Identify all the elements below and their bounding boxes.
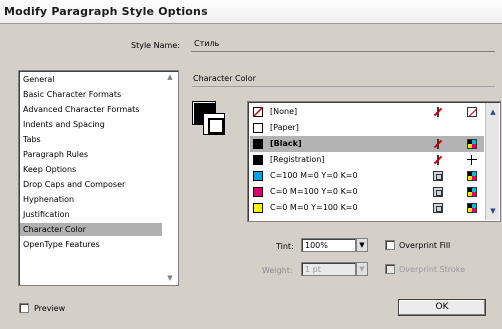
dialog-title: Modify Paragraph Style Options (4, 5, 208, 18)
category-item-tabs[interactable]: Tabs (20, 133, 162, 146)
process-icon (433, 203, 443, 213)
category-item-keep-options[interactable]: Keep Options (20, 163, 162, 176)
swatch-chip-black (253, 139, 263, 149)
swatch-name: [Registration] (270, 155, 325, 164)
ok-button[interactable]: OK (398, 299, 486, 316)
cmyk-icon (467, 171, 477, 181)
cmyk-icon (467, 203, 477, 213)
swatch-row-yellow[interactable]: C=0 M=0 Y=100 K=0 (250, 200, 484, 216)
cmyk-icon (467, 139, 477, 149)
swatch-name: C=100 M=0 Y=0 K=0 (270, 171, 358, 180)
swatch-row-magenta[interactable]: C=0 M=100 Y=0 K=0 (250, 184, 484, 200)
swatch-chip-magenta (253, 187, 263, 197)
title-bar: Modify Paragraph Style Options (0, 0, 502, 24)
process-icon (433, 171, 443, 181)
swatch-chip-paper (253, 123, 263, 133)
swatch-name: C=0 M=100 Y=0 K=0 (270, 187, 358, 196)
category-item-general[interactable]: General (20, 73, 162, 86)
swatch-chip-none (253, 107, 263, 117)
preview-checkbox[interactable] (19, 303, 29, 313)
scroll-up-icon[interactable]: ▲ (166, 73, 174, 81)
fill-stroke-proxy[interactable] (192, 101, 232, 147)
category-item-drop-caps-and-composer[interactable]: Drop Caps and Composer (20, 178, 162, 191)
category-item-indents-and-spacing[interactable]: Indents and Spacing (20, 118, 162, 131)
swatch-name: [None] (270, 107, 298, 116)
style-name-input[interactable]: Стиль (191, 37, 495, 52)
swatch-scrollbar[interactable]: ▲ ▼ (485, 103, 499, 220)
tint-input[interactable]: 100% (301, 238, 356, 252)
category-item-justification[interactable]: Justification (20, 208, 162, 221)
category-item-paragraph-rules[interactable]: Paragraph Rules (20, 148, 162, 161)
no-print-icon (433, 107, 443, 117)
swatch-row-black[interactable]: [Black] (250, 136, 484, 152)
weight-input[interactable]: 1 pt (301, 262, 356, 276)
stroke-swatch[interactable] (203, 113, 225, 135)
category-list[interactable]: General Basic Character Formats Advanced… (18, 70, 179, 286)
swatch-name: C=0 M=0 Y=100 K=0 (270, 203, 358, 212)
process-icon (433, 187, 443, 197)
swatch-row-none[interactable]: [None] (250, 104, 484, 120)
swatch-row-paper[interactable]: [Paper] (250, 120, 484, 136)
none-swatch-icon (467, 107, 477, 117)
tint-dropdown-icon[interactable]: ▼ (356, 238, 368, 252)
section-divider (192, 86, 495, 87)
swatch-name: [Paper] (270, 123, 299, 132)
weight-dropdown-icon[interactable]: ▼ (356, 262, 368, 276)
swatch-chip-yellow (253, 203, 263, 213)
scroll-up-icon[interactable]: ▲ (487, 106, 499, 118)
scroll-down-icon[interactable]: ▼ (166, 274, 174, 282)
no-edit-icon (433, 155, 443, 165)
overprint-stroke-label: Overprint Stroke (399, 265, 466, 274)
category-item-hyphenation[interactable]: Hyphenation (20, 193, 162, 206)
swatch-name: [Black] (270, 139, 302, 148)
swatch-chip-registration (253, 155, 263, 165)
swatch-row-cyan[interactable]: C=100 M=0 Y=0 K=0 (250, 168, 484, 184)
no-edit-icon (433, 139, 443, 149)
overprint-fill-checkbox[interactable] (385, 240, 395, 250)
swatch-list[interactable]: [None] [Paper] [Black] [Registration] C=… (247, 101, 501, 222)
section-title: Character Color (193, 74, 256, 83)
scroll-down-icon[interactable]: ▼ (487, 205, 499, 217)
preview-label: Preview (34, 304, 66, 313)
registration-icon (467, 155, 477, 165)
swatch-row-registration[interactable]: [Registration] (250, 152, 484, 168)
overprint-stroke-checkbox[interactable] (385, 264, 395, 274)
category-item-advanced-character-formats[interactable]: Advanced Character Formats (20, 103, 162, 116)
category-item-basic-character-formats[interactable]: Basic Character Formats (20, 88, 162, 101)
overprint-fill-label: Overprint Fill (399, 241, 451, 250)
cmyk-icon (467, 187, 477, 197)
weight-label: Weight: (262, 266, 293, 275)
swatch-chip-cyan (253, 171, 263, 181)
style-name-label: Style Name: (131, 41, 180, 50)
category-item-character-color[interactable]: Character Color (20, 223, 162, 236)
category-item-opentype-features[interactable]: OpenType Features (20, 238, 162, 251)
tint-label: Tint: (276, 242, 294, 251)
